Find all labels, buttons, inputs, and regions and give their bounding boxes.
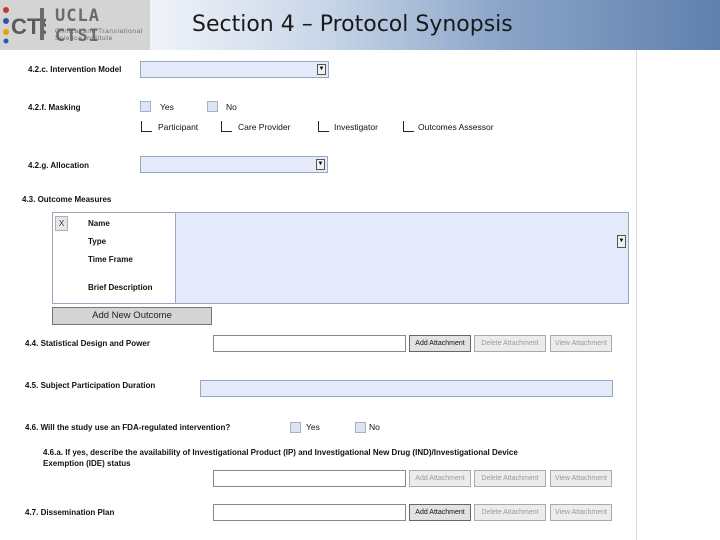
chevron-down-icon[interactable]: ▼ bbox=[317, 64, 326, 75]
ip-availability-attachment-field[interactable] bbox=[213, 470, 406, 487]
fda-no-label: No bbox=[369, 422, 380, 432]
masking-no-checkbox[interactable] bbox=[207, 101, 218, 112]
dissemination-plan-delete-attachment-button[interactable]: Delete Attachment bbox=[474, 504, 546, 521]
statistical-design-view-attachment-button[interactable]: View Attachment bbox=[550, 335, 612, 352]
masking-yes-label: Yes bbox=[160, 102, 174, 112]
fda-regulated-label: 4.6. Will the study use an FDA-regulated… bbox=[25, 423, 231, 432]
intervention-model-select[interactable]: ▼ bbox=[140, 61, 329, 78]
participation-duration-label: 4.5. Subject Participation Duration bbox=[25, 381, 156, 390]
outcome-measure-row: X Name Type Time Frame Brief Description… bbox=[52, 212, 629, 304]
statistical-design-add-attachment-button[interactable]: Add Attachment bbox=[409, 335, 471, 352]
dissemination-plan-view-attachment-button[interactable]: View Attachment bbox=[550, 504, 612, 521]
ctsi-logo: CTS UCLA CTSI Clinical and Translational… bbox=[0, 0, 150, 50]
outcome-fields-area[interactable]: ▼ bbox=[175, 213, 628, 303]
dissemination-plan-add-attachment-button[interactable]: Add Attachment bbox=[409, 504, 471, 521]
page-title: Section 4 – Protocol Synopsis bbox=[192, 12, 513, 37]
logo-subtitle: Clinical and Translational Science Insti… bbox=[55, 28, 143, 42]
outcome-time-frame-label: Time Frame bbox=[88, 255, 133, 264]
outcome-brief-description-label: Brief Description bbox=[88, 283, 153, 292]
allocation-select[interactable]: ▼ bbox=[140, 156, 328, 173]
masking-care-provider-label: Care Provider bbox=[238, 122, 291, 132]
panel-divider bbox=[636, 50, 637, 540]
ip-availability-add-attachment-button[interactable]: Add Attachment bbox=[409, 470, 471, 487]
intervention-model-label: 4.2.c. Intervention Model bbox=[28, 65, 122, 74]
statistical-design-label: 4.4. Statistical Design and Power bbox=[25, 339, 150, 348]
masking-care-provider-checkbox[interactable] bbox=[221, 121, 232, 132]
outcome-field-labels: X Name Type Time Frame Brief Description bbox=[53, 213, 175, 303]
participation-duration-input[interactable] bbox=[200, 380, 613, 397]
masking-outcomes-assessor-label: Outcomes Assessor bbox=[418, 122, 494, 132]
ip-availability-delete-attachment-button[interactable]: Delete Attachment bbox=[474, 470, 546, 487]
dissemination-plan-attachment-field[interactable] bbox=[213, 504, 406, 521]
fda-no-checkbox[interactable] bbox=[355, 422, 366, 433]
masking-participant-label: Participant bbox=[158, 122, 199, 132]
masking-yes-checkbox[interactable] bbox=[140, 101, 151, 112]
chevron-down-icon[interactable]: ▼ bbox=[316, 159, 325, 170]
masking-investigator-label: Investigator bbox=[334, 122, 378, 132]
dissemination-plan-label: 4.7. Dissemination Plan bbox=[25, 508, 115, 517]
outcome-name-label: Name bbox=[88, 219, 110, 228]
add-new-outcome-button[interactable]: Add New Outcome bbox=[52, 307, 212, 325]
ip-availability-label: 4.6.a. If yes, describe the availability… bbox=[43, 448, 518, 468]
outcome-measures-label: 4.3. Outcome Measures bbox=[22, 195, 112, 204]
masking-outcomes-assessor-checkbox[interactable] bbox=[403, 121, 414, 132]
ip-availability-view-attachment-button[interactable]: View Attachment bbox=[550, 470, 612, 487]
statistical-design-attachment-field[interactable] bbox=[213, 335, 406, 352]
fda-yes-label: Yes bbox=[306, 422, 320, 432]
remove-outcome-button[interactable]: X bbox=[55, 216, 68, 231]
allocation-label: 4.2.g. Allocation bbox=[28, 161, 90, 170]
chevron-down-icon[interactable]: ▼ bbox=[617, 235, 626, 248]
masking-participant-checkbox[interactable] bbox=[141, 121, 152, 132]
fda-yes-checkbox[interactable] bbox=[290, 422, 301, 433]
masking-no-label: No bbox=[226, 102, 237, 112]
masking-investigator-checkbox[interactable] bbox=[318, 121, 329, 132]
outcome-type-label: Type bbox=[88, 237, 107, 246]
masking-label: 4.2.f. Masking bbox=[28, 103, 81, 112]
statistical-design-delete-attachment-button[interactable]: Delete Attachment bbox=[474, 335, 546, 352]
ctsi-logo-icon: CTS bbox=[2, 4, 46, 44]
